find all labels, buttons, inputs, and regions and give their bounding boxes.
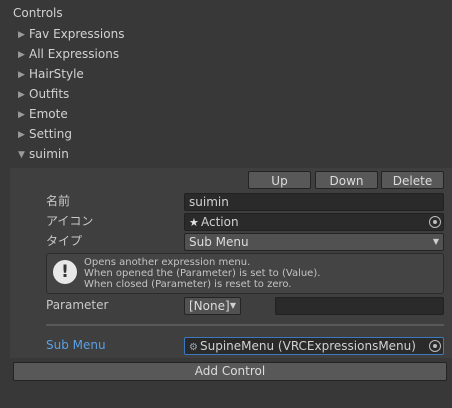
- foldout-suimin[interactable]: ▼ suimin: [18, 144, 69, 164]
- foldout-fav-expressions[interactable]: ▶ Fav Expressions: [18, 24, 124, 44]
- help-box: ! Opens another expression menu. When op…: [46, 253, 444, 294]
- down-button[interactable]: Down: [315, 171, 378, 189]
- type-dropdown[interactable]: Sub Menu ▼: [184, 233, 444, 251]
- foldout-outfits[interactable]: ▶ Outfits: [18, 84, 69, 104]
- foldout-setting[interactable]: ▶ Setting: [18, 124, 72, 144]
- icon-field-value: Action: [201, 215, 239, 229]
- add-control-button[interactable]: Add Control: [13, 362, 447, 381]
- controls-header: Controls: [13, 6, 63, 20]
- submenu-field-value: SupineMenu (VRCExpressionsMenu): [200, 339, 416, 353]
- triangle-right-icon: ▶: [18, 30, 25, 40]
- up-button[interactable]: Up: [248, 171, 311, 189]
- parameter-dropdown-value: [None]: [189, 299, 230, 313]
- foldout-all-expressions[interactable]: ▶ All Expressions: [18, 44, 119, 64]
- triangle-right-icon: ▶: [18, 70, 25, 80]
- divider: [46, 324, 444, 326]
- foldout-label: suimin: [29, 147, 69, 161]
- delete-button[interactable]: Delete: [381, 171, 444, 189]
- foldout-label: All Expressions: [29, 47, 120, 61]
- foldout-label: Outfits: [29, 87, 70, 101]
- action-figure-icon: ★: [189, 216, 199, 229]
- chevron-down-icon: ▼: [229, 301, 236, 310]
- triangle-right-icon: ▶: [18, 50, 25, 60]
- foldout-hairstyle[interactable]: ▶ HairStyle: [18, 64, 84, 84]
- type-label: タイプ: [46, 234, 83, 248]
- exclamation-circle-icon: !: [53, 260, 77, 284]
- triangle-right-icon: ▶: [18, 90, 25, 100]
- icon-field[interactable]: ★ Action: [184, 213, 444, 231]
- help-line: Opens another expression menu.: [84, 257, 251, 268]
- parameter-label: Parameter: [46, 298, 109, 312]
- parameter-value-field[interactable]: [275, 297, 444, 315]
- parameter-dropdown[interactable]: [None] ▼: [184, 297, 241, 315]
- triangle-right-icon: ▶: [18, 130, 25, 140]
- object-picker-icon[interactable]: [429, 216, 441, 228]
- foldout-label: HairStyle: [29, 67, 84, 81]
- help-line: When opened the (Parameter) is set to (V…: [84, 268, 321, 279]
- foldout-label: Setting: [29, 127, 72, 141]
- chevron-down-icon: ▼: [432, 237, 439, 246]
- expressions-menu-asset-icon: ⚙: [189, 342, 198, 353]
- help-line: When closed (Parameter) is reset to zero…: [84, 279, 292, 290]
- object-picker-icon[interactable]: [429, 340, 441, 352]
- triangle-right-icon: ▶: [18, 110, 25, 120]
- foldout-label: Fav Expressions: [29, 27, 125, 41]
- icon-label: アイコン: [46, 214, 94, 228]
- triangle-down-icon: ▼: [18, 150, 25, 160]
- foldout-emote[interactable]: ▶ Emote: [18, 104, 68, 124]
- type-dropdown-value: Sub Menu: [189, 235, 249, 249]
- foldout-label: Emote: [29, 107, 68, 121]
- name-field[interactable]: suimin: [184, 193, 444, 211]
- submenu-label: Sub Menu: [46, 338, 106, 352]
- submenu-field[interactable]: ⚙ SupineMenu (VRCExpressionsMenu): [184, 337, 444, 355]
- name-label: 名前: [46, 194, 71, 208]
